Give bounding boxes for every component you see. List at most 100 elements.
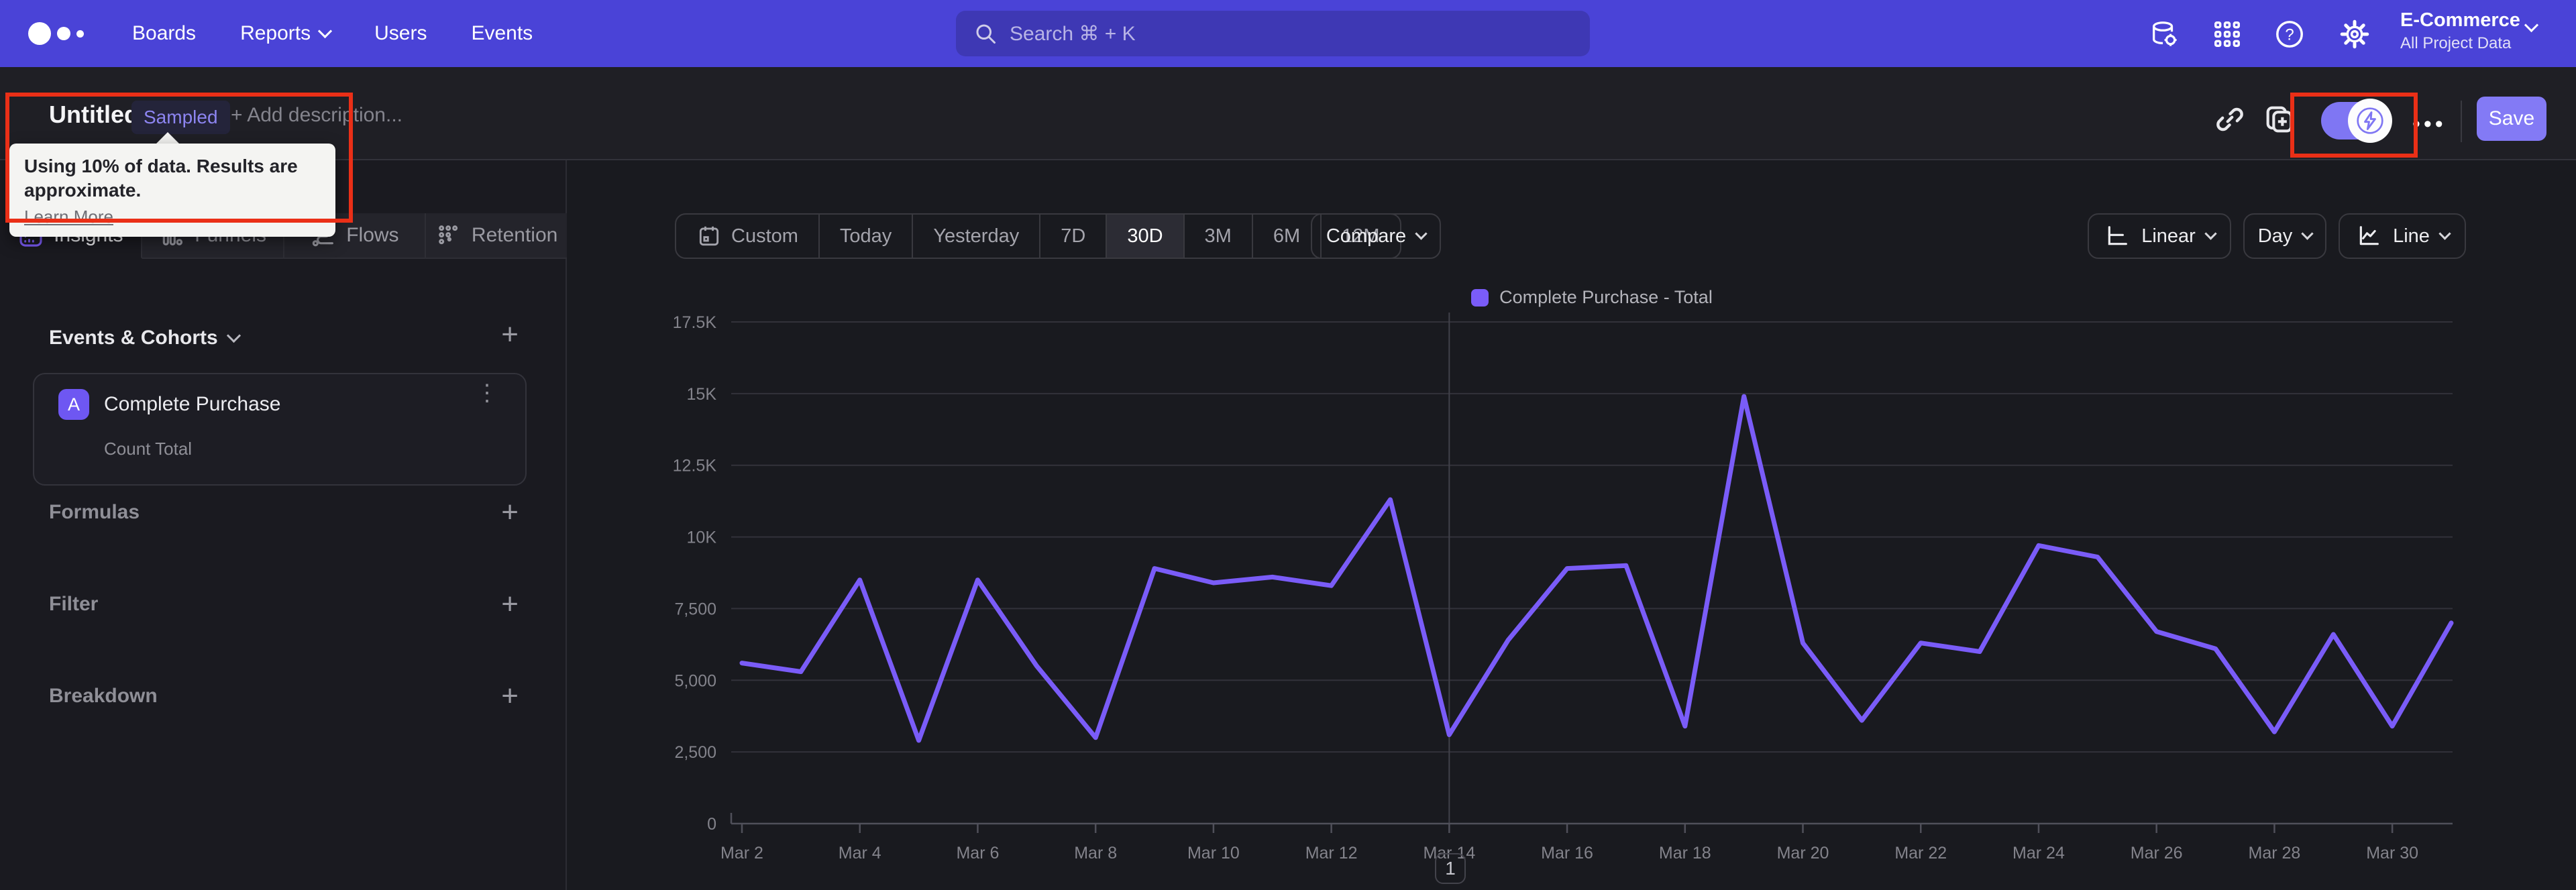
legend-label: Complete Purchase - Total xyxy=(1499,287,1713,307)
sampling-tooltip: Using 10% of data. Results are approxima… xyxy=(9,144,335,237)
add-event-button[interactable]: + xyxy=(501,320,519,349)
svg-text:Mar 10: Mar 10 xyxy=(1187,844,1240,863)
events-cohorts-toggle[interactable]: Events & Cohorts xyxy=(49,327,241,349)
event-metric[interactable]: Count Total xyxy=(104,439,192,459)
query-builder-sidebar: Insights Funnels xyxy=(0,160,567,890)
svg-text:5,000: 5,000 xyxy=(674,671,716,690)
line-chart-icon xyxy=(2359,226,2379,245)
mixpanel-logo-icon[interactable] xyxy=(28,22,84,45)
event-name[interactable]: Complete Purchase xyxy=(104,393,280,416)
svg-text:Mar 6: Mar 6 xyxy=(956,844,999,863)
svg-text:Mar 12: Mar 12 xyxy=(1305,844,1358,863)
date-range-control: Custom Today Yesterday 7D 30D 3M 6M 12M xyxy=(675,213,1401,259)
chevron-down-icon xyxy=(226,328,241,343)
svg-text:Mar 18: Mar 18 xyxy=(1659,844,1711,863)
search-input[interactable]: Search ⌘ + K xyxy=(956,11,1590,56)
section-label: Breakdown xyxy=(49,685,158,707)
save-button[interactable]: Save xyxy=(2477,97,2546,141)
filter-section: Filter + xyxy=(49,590,519,619)
help-icon[interactable]: ? xyxy=(2274,19,2305,50)
range-button[interactable]: Today xyxy=(820,215,914,258)
add-breakdown-button[interactable]: + xyxy=(501,681,519,711)
retention-icon xyxy=(439,225,458,245)
chevron-down-icon xyxy=(318,23,333,38)
toggle-knob xyxy=(2348,99,2392,143)
chart-type-dropdown[interactable]: Line xyxy=(2339,213,2466,259)
series-letter-badge: A xyxy=(58,389,89,420)
line-chart-plot[interactable]: 0 2,500 5,000 7,500 10K 12.5K 15K 17.5K Mar 2 Mar… xyxy=(671,309,2482,885)
svg-text:Mar 20: Mar 20 xyxy=(1777,844,1829,863)
project-scope: All Project Data xyxy=(2400,34,2512,52)
breakdown-section: Breakdown + xyxy=(49,681,519,711)
more-options-icon[interactable]: ••• xyxy=(2412,111,2447,137)
learn-more-link[interactable]: Learn More xyxy=(24,207,113,227)
svg-text:7,500: 7,500 xyxy=(674,600,716,618)
svg-text:12.5K: 12.5K xyxy=(673,457,717,476)
svg-text:2,500: 2,500 xyxy=(674,743,716,762)
top-nav-bar: Boards Reports Users Events Search ⌘ + K xyxy=(0,0,2576,67)
svg-text:Mar 8: Mar 8 xyxy=(1074,844,1117,863)
tooltip-text: Using 10% of data. Results are approxima… xyxy=(24,156,298,201)
chevron-down-icon xyxy=(2524,17,2539,33)
tab-retention[interactable]: Retention xyxy=(426,213,567,259)
add-filter-button[interactable]: + xyxy=(501,590,519,619)
interval-dropdown[interactable]: Day xyxy=(2243,213,2326,259)
chevron-down-icon xyxy=(2438,227,2451,240)
pagination-page-1[interactable]: 1 xyxy=(1435,853,1466,884)
report-title[interactable]: Untitled xyxy=(49,101,139,129)
sampling-toggle[interactable] xyxy=(2321,99,2392,143)
sampled-badge[interactable]: Sampled xyxy=(131,101,230,134)
project-name: E-Commerce xyxy=(2400,9,2520,31)
range-button[interactable]: Custom xyxy=(676,215,820,258)
range-button[interactable]: 7D xyxy=(1040,215,1108,258)
svg-text:Mar 28: Mar 28 xyxy=(2249,844,2301,863)
legend-swatch xyxy=(1471,288,1489,307)
svg-text:17.5K: 17.5K xyxy=(673,313,717,332)
search-icon xyxy=(976,24,996,44)
section-label: Filter xyxy=(49,593,99,615)
svg-text:Mar 22: Mar 22 xyxy=(1894,844,1947,863)
tab-label: Retention xyxy=(471,224,558,246)
svg-text:Mar 4: Mar 4 xyxy=(839,844,881,863)
add-description-field[interactable]: + Add description... xyxy=(231,104,402,127)
linear-scale-icon xyxy=(2108,226,2128,245)
event-card[interactable]: A Complete Purchase ⋮ Count Total xyxy=(33,373,527,486)
event-menu-icon[interactable]: ⋮ xyxy=(476,382,498,404)
formulas-section: Formulas + xyxy=(49,498,519,527)
nav-item-boards[interactable]: Boards xyxy=(132,22,196,45)
copy-to-board-icon[interactable] xyxy=(2262,102,2297,137)
section-label: Formulas xyxy=(49,501,140,523)
svg-text:10K: 10K xyxy=(687,529,717,547)
project-switcher[interactable]: E-Commerce All Project Data xyxy=(2400,9,2520,53)
calendar-icon xyxy=(699,226,719,246)
add-formula-button[interactable]: + xyxy=(501,498,519,527)
svg-text:Mar 30: Mar 30 xyxy=(2366,844,2418,863)
chevron-down-icon xyxy=(1415,227,1428,240)
chevron-down-icon xyxy=(2301,227,2314,240)
tab-label: Flows xyxy=(346,224,399,246)
copy-link-icon[interactable] xyxy=(2212,102,2247,137)
legend-item[interactable]: Complete Purchase - Total xyxy=(731,287,2453,308)
range-button[interactable]: 30D xyxy=(1107,215,1185,258)
range-button[interactable]: 3M xyxy=(1185,215,1253,258)
events-cohorts-header: Events & Cohorts + xyxy=(49,320,519,349)
lightning-bolt-icon xyxy=(2357,107,2383,134)
svg-text:Mar 16: Mar 16 xyxy=(1541,844,1593,863)
svg-text:?: ? xyxy=(2285,25,2294,44)
chevron-down-icon xyxy=(2204,227,2217,240)
toolbar-divider xyxy=(2461,101,2462,142)
svg-text:Mar 26: Mar 26 xyxy=(2131,844,2183,863)
nav-item-reports[interactable]: Reports xyxy=(240,22,333,45)
scale-dropdown[interactable]: Linear xyxy=(2088,213,2231,259)
svg-text:15K: 15K xyxy=(687,385,717,404)
search-placeholder: Search ⌘ + K xyxy=(1010,22,1136,45)
range-button[interactable]: Yesterday xyxy=(913,215,1041,258)
apps-grid-icon[interactable] xyxy=(2212,19,2243,50)
data-management-icon[interactable] xyxy=(2149,19,2180,50)
nav-item-events[interactable]: Events xyxy=(471,22,533,45)
svg-text:Mar 24: Mar 24 xyxy=(2012,844,2065,863)
nav-item-users[interactable]: Users xyxy=(374,22,427,45)
settings-gear-icon[interactable] xyxy=(2339,19,2370,50)
compare-button[interactable]: Compare xyxy=(1311,213,1441,259)
svg-text:Mar 2: Mar 2 xyxy=(720,844,763,863)
